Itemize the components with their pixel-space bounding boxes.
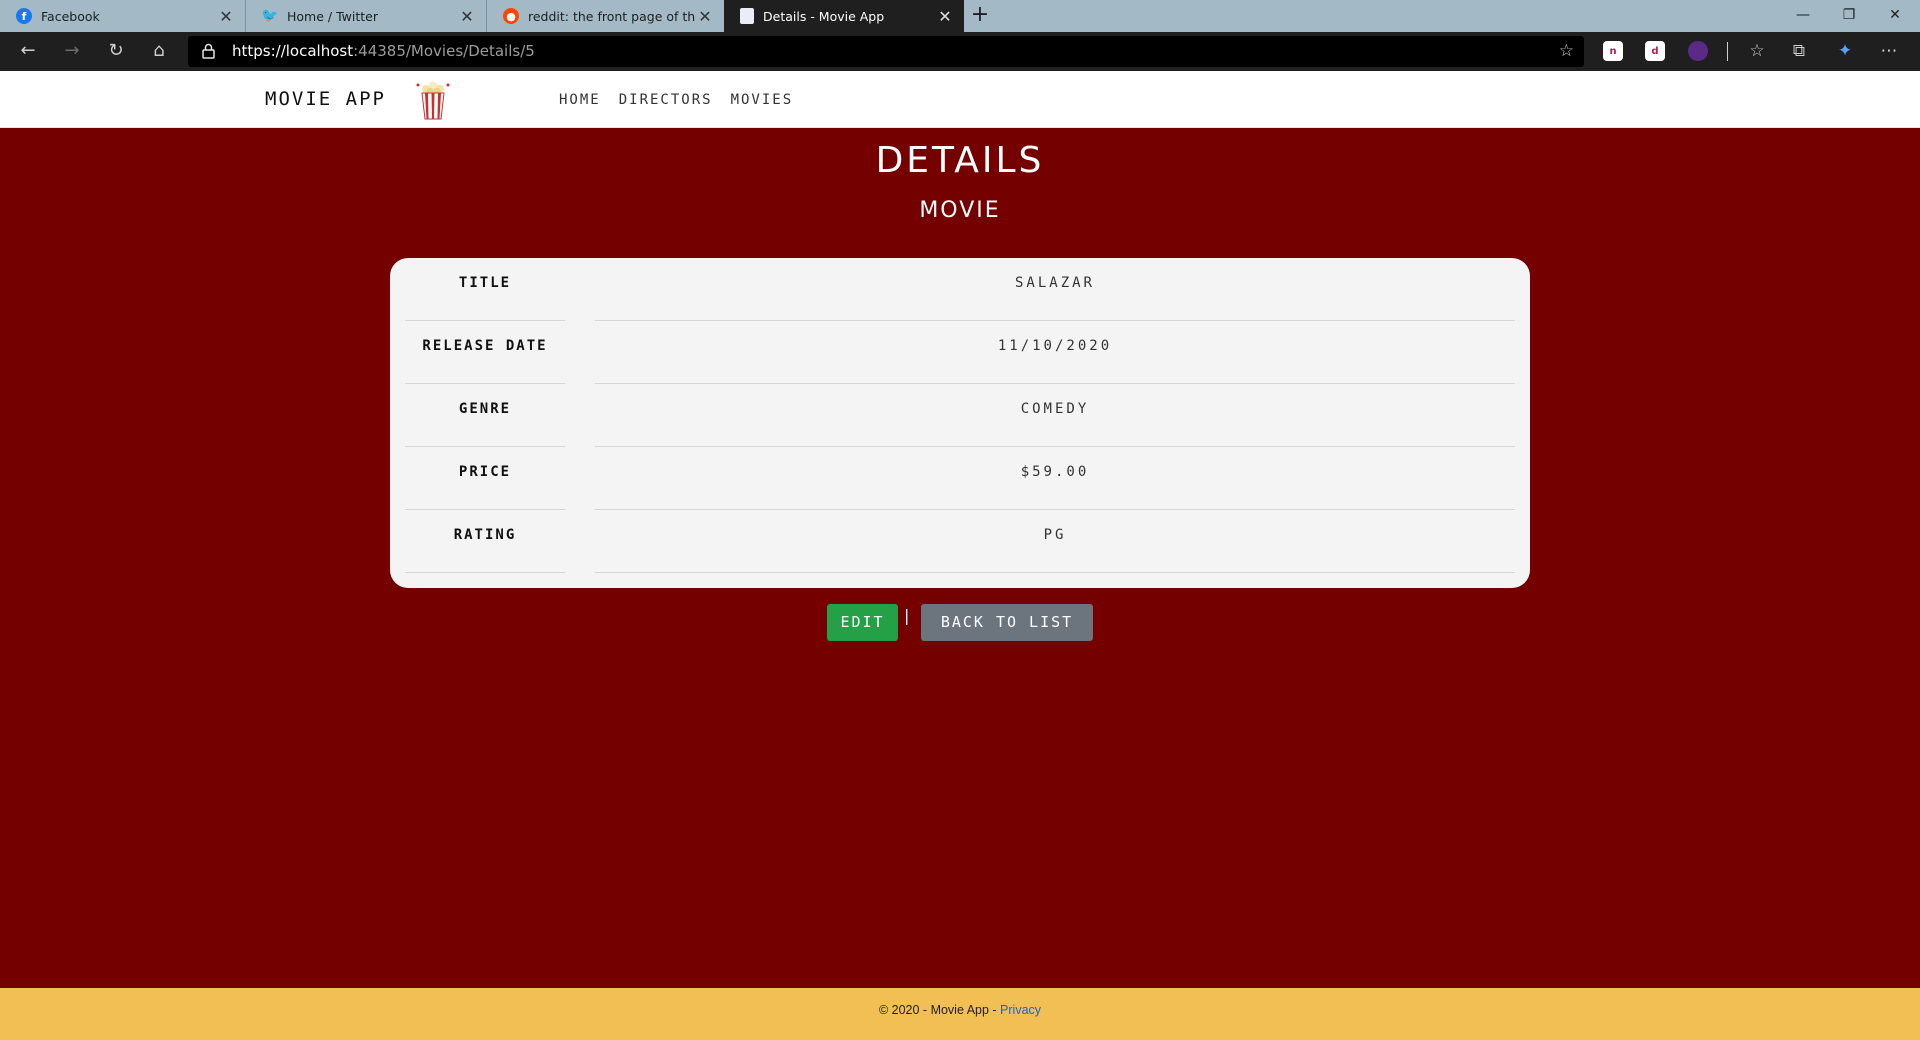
lock-icon xyxy=(202,43,215,59)
field-value: 11/10/2020 xyxy=(595,321,1515,384)
close-window-icon[interactable]: ✕ xyxy=(1872,0,1918,32)
tab-facebook[interactable]: f Facebook ✕ xyxy=(0,0,246,32)
browser-toolbar: ← → ↻ ⌂ https://localhost:44385/Movies/D… xyxy=(0,32,1920,71)
page-title: DETAILS xyxy=(875,140,1045,181)
field-label: PRICE xyxy=(405,447,565,510)
collections-icon[interactable]: ⧉ xyxy=(1786,32,1812,71)
refresh-icon[interactable]: ↻ xyxy=(98,32,134,71)
detail-row-release-date: RELEASE DATE 11/10/2020 xyxy=(405,321,1515,384)
nav-home-link[interactable]: HOME xyxy=(559,92,601,108)
brand-link[interactable]: MOVIE APP xyxy=(265,71,386,128)
footer: © 2020 - Movie App - Privacy xyxy=(0,988,1920,1040)
field-value: COMEDY xyxy=(595,384,1515,447)
detail-row-price: PRICE $59.00 xyxy=(405,447,1515,510)
twitter-icon: 🐦 xyxy=(261,8,279,24)
reddit-icon: ● xyxy=(503,8,519,24)
url-path: :44385/Movies/Details/5 xyxy=(353,42,535,60)
tab-reddit[interactable]: ● reddit: the front page of the inte ✕ xyxy=(487,0,724,32)
url-text: https://localhost:44385/Movies/Details/5 xyxy=(232,36,535,67)
field-label: TITLE xyxy=(405,258,565,321)
browser-tab-bar: f Facebook ✕ 🐦 Home / Twitter ✕ ● reddit… xyxy=(0,0,1920,32)
back-arrow-icon[interactable]: ← xyxy=(10,32,46,71)
edit-button[interactable]: EDIT xyxy=(827,604,898,641)
close-tab-icon[interactable]: ✕ xyxy=(217,7,235,26)
site-navbar: MOVIE APP HOME DIRECTORS MOVIES xyxy=(0,71,1920,128)
tab-title: Facebook xyxy=(41,8,100,24)
forward-arrow-icon[interactable]: → xyxy=(54,32,90,71)
close-tab-icon[interactable]: ✕ xyxy=(936,7,954,26)
button-separator: | xyxy=(904,606,910,625)
field-value: PG xyxy=(595,510,1515,573)
url-host: https://localhost xyxy=(232,42,354,60)
home-icon[interactable]: ⌂ xyxy=(141,32,177,71)
close-tab-icon[interactable]: ✕ xyxy=(696,7,714,26)
details-card: TITLE SALAZAR RELEASE DATE 11/10/2020 GE… xyxy=(390,258,1530,588)
field-value: $59.00 xyxy=(595,447,1515,510)
facebook-icon: f xyxy=(16,8,32,24)
main-nav: HOME DIRECTORS MOVIES xyxy=(559,71,793,128)
field-value: SALAZAR xyxy=(595,258,1515,321)
tab-details-movie-app[interactable]: Details - Movie App ✕ xyxy=(724,0,964,32)
toolbar-divider xyxy=(1727,42,1728,61)
footer-copyright: © 2020 - Movie App - xyxy=(878,1003,1001,1017)
tab-title: Home / Twitter xyxy=(287,8,378,24)
detail-row-genre: GENRE COMEDY xyxy=(405,384,1515,447)
close-tab-icon[interactable]: ✕ xyxy=(458,7,476,26)
privacy-link[interactable]: Privacy xyxy=(1000,1003,1041,1017)
restore-icon[interactable]: ❐ xyxy=(1826,0,1872,32)
extension-n-icon[interactable]: n xyxy=(1603,41,1623,61)
profile-avatar-icon[interactable]: ✦ xyxy=(1832,32,1858,71)
tab-title: reddit: the front page of the inte xyxy=(528,8,696,24)
favorites-list-icon[interactable]: ☆ xyxy=(1744,32,1770,71)
field-label: RELEASE DATE xyxy=(405,321,565,384)
more-menu-icon[interactable]: ⋯ xyxy=(1876,32,1902,71)
page-icon xyxy=(740,8,754,24)
popcorn-icon xyxy=(416,81,450,120)
back-to-list-button[interactable]: BACK TO LIST xyxy=(921,604,1093,641)
address-bar[interactable]: https://localhost:44385/Movies/Details/5… xyxy=(188,36,1584,67)
nav-movies-link[interactable]: MOVIES xyxy=(731,92,794,108)
minimize-icon[interactable]: — xyxy=(1780,0,1826,32)
tab-title: Details - Movie App xyxy=(763,8,885,24)
field-label: GENRE xyxy=(405,384,565,447)
new-tab-button[interactable]: + xyxy=(967,3,993,29)
favorite-star-icon[interactable]: ☆ xyxy=(1559,36,1574,67)
tab-twitter[interactable]: 🐦 Home / Twitter ✕ xyxy=(246,0,487,32)
page-subtitle: MOVIE xyxy=(919,198,1001,223)
extension-circle-icon[interactable] xyxy=(1688,41,1708,61)
field-label: RATING xyxy=(405,510,565,573)
detail-row-rating: RATING PG xyxy=(405,510,1515,573)
detail-row-title: TITLE SALAZAR xyxy=(405,258,1515,321)
extension-d-icon[interactable]: d xyxy=(1645,41,1665,61)
nav-directors-link[interactable]: DIRECTORS xyxy=(619,92,713,108)
